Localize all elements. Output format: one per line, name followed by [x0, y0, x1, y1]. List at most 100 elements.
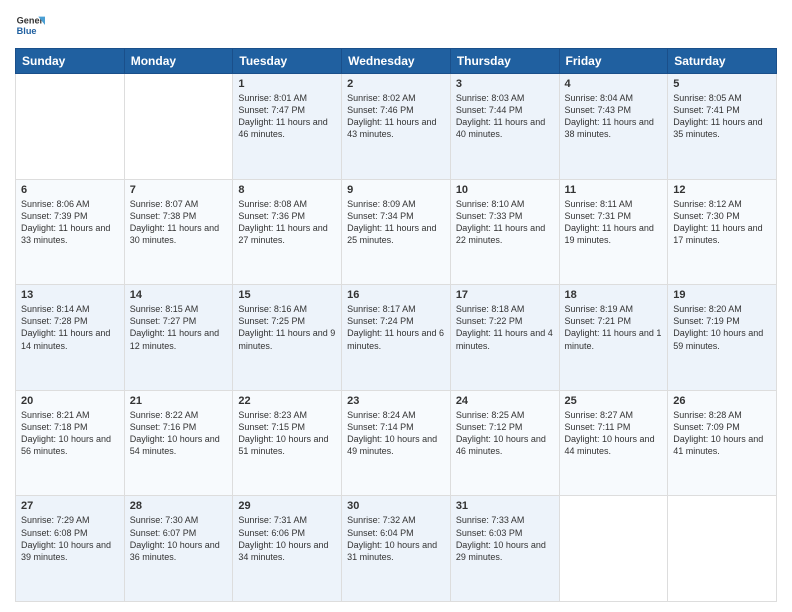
- day-number: 15: [238, 289, 336, 301]
- calendar-week-1: 1 Sunrise: 8:01 AMSunset: 7:47 PMDaylight…: [16, 74, 777, 180]
- day-info: Sunrise: 7:31 AMSunset: 6:06 PMDaylight:…: [238, 514, 336, 563]
- day-number: 2: [347, 78, 445, 90]
- calendar-header-row: SundayMondayTuesdayWednesdayThursdayFrid…: [16, 49, 777, 74]
- day-number: 13: [21, 289, 119, 301]
- day-number: 31: [456, 500, 554, 512]
- day-info: Sunrise: 8:17 AMSunset: 7:24 PMDaylight:…: [347, 303, 445, 352]
- calendar-cell: [559, 496, 668, 602]
- day-header-saturday: Saturday: [668, 49, 777, 74]
- day-number: 5: [673, 78, 771, 90]
- calendar-cell: 18 Sunrise: 8:19 AMSunset: 7:21 PMDayligh…: [559, 285, 668, 391]
- day-number: 24: [456, 395, 554, 407]
- calendar-cell: 20Sunrise: 8:21 AMSunset: 7:18 PMDayligh…: [16, 390, 125, 496]
- day-info: Sunrise: 8:20 AMSunset: 7:19 PMDaylight:…: [673, 303, 771, 352]
- day-number: 1: [238, 78, 336, 90]
- day-number: 16: [347, 289, 445, 301]
- calendar-week-4: 20Sunrise: 8:21 AMSunset: 7:18 PMDayligh…: [16, 390, 777, 496]
- calendar-cell: 13 Sunrise: 8:14 AMSunset: 7:28 PMDayligh…: [16, 285, 125, 391]
- day-number: 28: [130, 500, 228, 512]
- day-header-sunday: Sunday: [16, 49, 125, 74]
- calendar-week-2: 6Sunrise: 8:06 AMSunset: 7:39 PMDaylight…: [16, 179, 777, 285]
- day-number: 26: [673, 395, 771, 407]
- day-number: 19: [673, 289, 771, 301]
- calendar-week-3: 13 Sunrise: 8:14 AMSunset: 7:28 PMDayligh…: [16, 285, 777, 391]
- day-info: Sunrise: 7:29 AMSunset: 6:08 PMDaylight:…: [21, 514, 119, 563]
- calendar-cell: 11 Sunrise: 8:11 AMSunset: 7:31 PMDayligh…: [559, 179, 668, 285]
- day-number: 23: [347, 395, 445, 407]
- day-number: 11: [565, 184, 663, 196]
- day-info: Sunrise: 8:07 AMSunset: 7:38 PMDaylight:…: [130, 198, 228, 247]
- calendar-cell: [16, 74, 125, 180]
- day-info: Sunrise: 8:27 AMSunset: 7:11 PMDaylight:…: [565, 409, 663, 458]
- svg-text:Blue: Blue: [17, 26, 37, 36]
- day-info: Sunrise: 8:12 AMSunset: 7:30 PMDaylight:…: [673, 198, 771, 247]
- day-info: Sunrise: 8:24 AMSunset: 7:14 PMDaylight:…: [347, 409, 445, 458]
- day-number: 21: [130, 395, 228, 407]
- calendar-cell: 15 Sunrise: 8:16 AMSunset: 7:25 PMDayligh…: [233, 285, 342, 391]
- day-info: Sunrise: 8:09 AMSunset: 7:34 PMDaylight:…: [347, 198, 445, 247]
- calendar-cell: 31 Sunrise: 7:33 AMSunset: 6:03 PMDayligh…: [450, 496, 559, 602]
- day-info: Sunrise: 8:15 AMSunset: 7:27 PMDaylight:…: [130, 303, 228, 352]
- day-info: Sunrise: 8:04 AMSunset: 7:43 PMDaylight:…: [565, 92, 663, 141]
- day-info: Sunrise: 8:18 AMSunset: 7:22 PMDaylight:…: [456, 303, 554, 352]
- day-number: 3: [456, 78, 554, 90]
- day-number: 25: [565, 395, 663, 407]
- calendar-cell: 28 Sunrise: 7:30 AMSunset: 6:07 PMDayligh…: [124, 496, 233, 602]
- day-header-monday: Monday: [124, 49, 233, 74]
- day-number: 17: [456, 289, 554, 301]
- logo: General Blue: [15, 10, 45, 40]
- day-info: Sunrise: 8:23 AMSunset: 7:15 PMDaylight:…: [238, 409, 336, 458]
- calendar-cell: 5 Sunrise: 8:05 AMSunset: 7:41 PMDaylight…: [668, 74, 777, 180]
- day-info: Sunrise: 7:30 AMSunset: 6:07 PMDaylight:…: [130, 514, 228, 563]
- calendar-cell: 3 Sunrise: 8:03 AMSunset: 7:44 PMDaylight…: [450, 74, 559, 180]
- calendar-cell: 8Sunrise: 8:08 AMSunset: 7:36 PMDaylight…: [233, 179, 342, 285]
- day-info: Sunrise: 8:14 AMSunset: 7:28 PMDaylight:…: [21, 303, 119, 352]
- calendar-cell: 7 Sunrise: 8:07 AMSunset: 7:38 PMDaylight…: [124, 179, 233, 285]
- day-number: 8: [238, 184, 336, 196]
- day-number: 27: [21, 500, 119, 512]
- day-info: Sunrise: 8:19 AMSunset: 7:21 PMDaylight:…: [565, 303, 663, 352]
- day-number: 29: [238, 500, 336, 512]
- calendar-cell: 27 Sunrise: 7:29 AMSunset: 6:08 PMDayligh…: [16, 496, 125, 602]
- calendar-cell: 9Sunrise: 8:09 AMSunset: 7:34 PMDaylight…: [342, 179, 451, 285]
- calendar-cell: 30Sunrise: 7:32 AMSunset: 6:04 PMDayligh…: [342, 496, 451, 602]
- calendar-cell: 14Sunrise: 8:15 AMSunset: 7:27 PMDayligh…: [124, 285, 233, 391]
- calendar-cell: 6Sunrise: 8:06 AMSunset: 7:39 PMDaylight…: [16, 179, 125, 285]
- day-info: Sunrise: 8:05 AMSunset: 7:41 PMDaylight:…: [673, 92, 771, 141]
- calendar-cell: 26Sunrise: 8:28 AMSunset: 7:09 PMDayligh…: [668, 390, 777, 496]
- calendar-cell: 29 Sunrise: 7:31 AMSunset: 6:06 PMDayligh…: [233, 496, 342, 602]
- day-number: 22: [238, 395, 336, 407]
- calendar-cell: 19 Sunrise: 8:20 AMSunset: 7:19 PMDayligh…: [668, 285, 777, 391]
- calendar-cell: 4 Sunrise: 8:04 AMSunset: 7:43 PMDaylight…: [559, 74, 668, 180]
- calendar-cell: 21 Sunrise: 8:22 AMSunset: 7:16 PMDayligh…: [124, 390, 233, 496]
- day-info: Sunrise: 8:22 AMSunset: 7:16 PMDaylight:…: [130, 409, 228, 458]
- day-info: Sunrise: 8:01 AMSunset: 7:47 PMDaylight:…: [238, 92, 336, 141]
- calendar-cell: [124, 74, 233, 180]
- header: General Blue: [15, 10, 777, 40]
- day-info: Sunrise: 8:03 AMSunset: 7:44 PMDaylight:…: [456, 92, 554, 141]
- day-number: 30: [347, 500, 445, 512]
- day-info: Sunrise: 8:11 AMSunset: 7:31 PMDaylight:…: [565, 198, 663, 247]
- day-info: Sunrise: 8:10 AMSunset: 7:33 PMDaylight:…: [456, 198, 554, 247]
- day-number: 4: [565, 78, 663, 90]
- day-header-thursday: Thursday: [450, 49, 559, 74]
- day-number: 6: [21, 184, 119, 196]
- calendar-cell: [668, 496, 777, 602]
- day-header-tuesday: Tuesday: [233, 49, 342, 74]
- calendar-cell: 24Sunrise: 8:25 AMSunset: 7:12 PMDayligh…: [450, 390, 559, 496]
- day-header-friday: Friday: [559, 49, 668, 74]
- day-number: 10: [456, 184, 554, 196]
- calendar-cell: 25 Sunrise: 8:27 AMSunset: 7:11 PMDayligh…: [559, 390, 668, 496]
- calendar-table: SundayMondayTuesdayWednesdayThursdayFrid…: [15, 48, 777, 602]
- day-number: 12: [673, 184, 771, 196]
- calendar-cell: 1 Sunrise: 8:01 AMSunset: 7:47 PMDaylight…: [233, 74, 342, 180]
- calendar-container: General Blue SundayMondayTuesdayWednesda…: [0, 0, 792, 612]
- day-info: Sunrise: 8:02 AMSunset: 7:46 PMDaylight:…: [347, 92, 445, 141]
- calendar-cell: 10 Sunrise: 8:10 AMSunset: 7:33 PMDayligh…: [450, 179, 559, 285]
- day-number: 7: [130, 184, 228, 196]
- day-info: Sunrise: 8:16 AMSunset: 7:25 PMDaylight:…: [238, 303, 336, 352]
- day-number: 18: [565, 289, 663, 301]
- day-info: Sunrise: 7:33 AMSunset: 6:03 PMDaylight:…: [456, 514, 554, 563]
- calendar-week-5: 27 Sunrise: 7:29 AMSunset: 6:08 PMDayligh…: [16, 496, 777, 602]
- day-info: Sunrise: 8:21 AMSunset: 7:18 PMDaylight:…: [21, 409, 119, 458]
